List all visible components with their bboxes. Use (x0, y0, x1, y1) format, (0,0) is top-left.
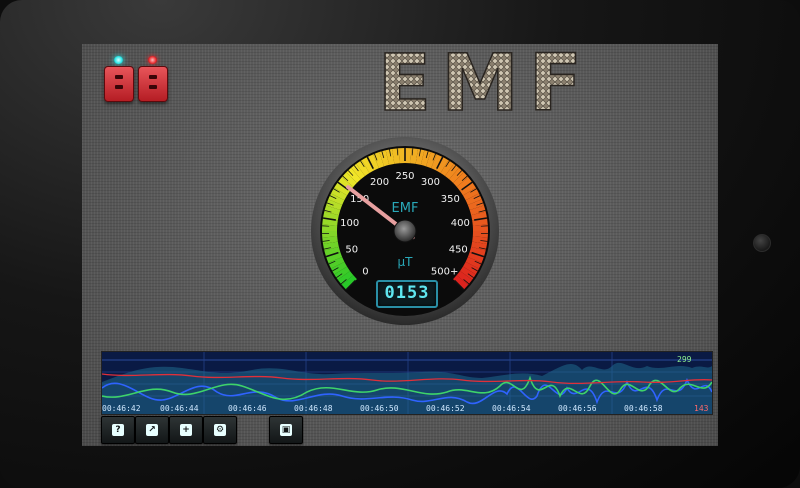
gauge-scale-label: 350 (441, 194, 460, 205)
add-icon: + (180, 424, 192, 436)
time-tick: 00:46:48 (294, 404, 333, 413)
time-tick: 00:46:52 (426, 404, 465, 413)
time-tick: 00:46:58 (624, 404, 663, 413)
time-tick: 00:46:42 (102, 404, 141, 413)
settings-button[interactable]: ⚙ (203, 416, 237, 444)
device-1-icon[interactable] (104, 66, 134, 102)
gauge-unit: µT (398, 255, 414, 269)
lcd-readout: 0153 (376, 280, 438, 308)
gauge-scale-label: 450 (449, 244, 468, 255)
gauge-scale-label: 50 (345, 244, 358, 255)
time-tick: 00:46:46 (228, 404, 267, 413)
app-screen: EMF 0 50 100 150 200 250 300 350 400 450 500+ EMF … (82, 44, 718, 446)
time-tick: 00:46:56 (558, 404, 597, 413)
add-button[interactable]: + (169, 416, 203, 444)
gauge-scale-label: 200 (370, 177, 389, 188)
graph-max-label: 299 (677, 355, 692, 364)
save-icon: ▣ (280, 424, 292, 436)
save-button[interactable]: ▣ (269, 416, 303, 444)
emf-history-graph: 299 143 00:46:42 00:46:44 00:46:46 00:46… (101, 351, 713, 415)
gauge-scale-label: 500+ (431, 267, 458, 278)
gauge-label: EMF (392, 201, 419, 216)
chart-icon: ↗ (146, 424, 158, 436)
gauge-scale-label: 300 (421, 177, 440, 188)
device-2-icon[interactable] (138, 66, 168, 102)
chart-button[interactable]: ↗ (135, 416, 169, 444)
device-status-icons (102, 56, 172, 106)
time-tick: 00:46:44 (160, 404, 199, 413)
red-led-icon (148, 56, 157, 64)
device-camera (753, 234, 771, 252)
help-icon: ? (112, 424, 124, 436)
gauge-scale-label: 0 (362, 267, 368, 278)
cyan-led-icon (114, 56, 123, 64)
title-text: EMF (378, 46, 592, 122)
time-tick: 00:46:50 (360, 404, 399, 413)
gauge-scale-label: 250 (395, 171, 414, 182)
time-tick: 00:46:54 (492, 404, 531, 413)
settings-icon: ⚙ (214, 424, 226, 436)
gauge-scale-label: 400 (451, 218, 470, 229)
graph-min-label: 143 (694, 404, 709, 413)
help-button[interactable]: ? (101, 416, 135, 444)
lcd-value: 0153 (384, 283, 430, 303)
app-title: EMF (377, 46, 592, 122)
gauge-scale-label: 100 (340, 218, 359, 229)
gauge-hub (393, 219, 417, 243)
